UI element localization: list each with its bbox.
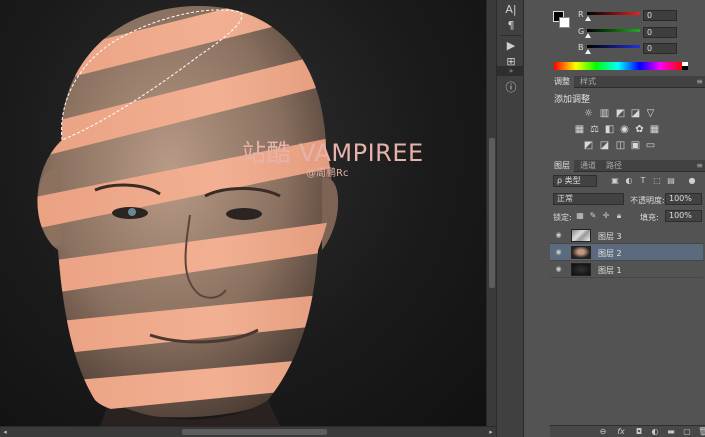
lock-move-icon[interactable]: ✛ [601,211,611,221]
hue-saturation-icon[interactable]: ▦ [574,124,585,135]
gradient-map-icon[interactable]: ▭ [645,140,656,151]
lock-label: 锁定: [553,213,572,222]
paragraph-icon[interactable]: ¶ [502,18,520,34]
adjustment-layer-icon[interactable]: ◐ [650,427,660,437]
fill-label: 填充: [640,213,659,222]
channel-r-value[interactable]: 0 [643,10,677,21]
channel-g-value[interactable]: 0 [643,27,677,38]
threshold-icon[interactable]: ◫ [615,140,626,151]
eye-icon[interactable]: ◉ [554,265,563,273]
channel-mixer-icon[interactable]: ✿ [634,124,645,135]
filter-type-icon[interactable]: T [638,176,648,186]
blend-mode-select[interactable]: 正常 [553,193,624,205]
color-balance-icon[interactable]: ⚖ [589,124,600,135]
tab-adjustments[interactable]: 调整 [550,76,574,88]
filter-adjustment-icon[interactable]: ◐ [624,176,634,186]
vertical-scrollbar[interactable] [486,0,496,426]
mask-icon[interactable]: ◘ [634,427,644,437]
color-lookup-icon[interactable]: ▦ [649,124,660,135]
eye-icon[interactable]: ◉ [554,231,563,239]
tab-paths[interactable]: 路径 [602,160,626,172]
artwork [37,5,339,426]
right-panels: R 0 G 0 B 0 调整 样式 ≡ 添加调整 ☼ ▥ ◩ ◪ ▽ ▦ ⚖ ◧… [524,0,705,437]
channel-g-label: G [578,27,585,36]
channel-g-knob-icon[interactable] [585,33,591,38]
tab-channels[interactable]: 通道 [576,160,600,172]
layer-thumbnail [571,229,591,242]
background-color-swatch[interactable] [559,17,570,28]
filter-pixel-icon[interactable]: ▣ [610,176,620,186]
document-canvas[interactable]: 站酷 VAMPIREE @周鹏Rc [0,0,486,426]
layer-name: 图层 1 [598,266,622,275]
layer-row[interactable]: ◉ 图层 1 [550,261,703,278]
new-layer-icon[interactable]: ▢ [682,427,692,437]
channel-r-knob-icon[interactable] [585,16,591,21]
info-icon[interactable]: ⓘ [502,80,520,96]
layer-thumbnail [571,246,591,259]
filter-smart-object-icon[interactable]: ▤ [666,176,676,186]
color-spectrum[interactable] [554,62,682,70]
lock-transparent-icon[interactable]: ▦ [575,211,585,221]
fill-field[interactable]: 100% [665,210,702,222]
channel-g-slider[interactable] [587,29,640,32]
opacity-field[interactable]: 100% [665,193,702,205]
panel-dock: A| ¶ ▶ ⊞ » ⓘ [496,0,525,437]
filter-toggle-icon[interactable]: ● [687,176,697,186]
link-icon[interactable]: ⊖ [598,427,608,437]
dock-collapse-icon[interactable]: » [497,66,525,76]
layer-name: 图层 2 [598,249,622,258]
channel-b-slider[interactable] [587,45,640,48]
tab-layers[interactable]: 图层 [550,160,574,172]
photo-filter-icon[interactable]: ◉ [619,124,630,135]
watermark-title: 站酷 VAMPIREE [242,139,424,167]
layer-thumbnail [571,263,591,276]
trash-icon[interactable]: 🗑︎ [698,427,705,437]
curves-icon[interactable]: ◩ [615,108,626,119]
layers-tabbar: 图层 通道 路径 ≡ [550,160,705,172]
panel-menu-icon[interactable]: ≡ [696,160,703,172]
channel-b-label: B [578,43,584,52]
vibrance-icon[interactable]: ▽ [645,108,656,119]
panel-menu-icon[interactable]: ≡ [696,76,703,88]
scroll-left-icon[interactable]: ◂ [0,427,10,437]
lock-all-icon[interactable]: 🔒︎ [614,211,624,221]
tab-styles[interactable]: 样式 [576,76,600,88]
scroll-right-icon[interactable]: ▸ [486,427,496,437]
layers-footer: ⊖ fx ◘ ◐ ▬ ▢ 🗑︎ [550,425,705,437]
horizontal-scrollbar[interactable]: ◂ ▸ [0,426,496,437]
play-icon[interactable]: ▶ [502,38,520,54]
layer-name: 图层 3 [598,232,622,241]
adjustments-tabbar: 调整 样式 ≡ [550,76,705,88]
lock-paint-icon[interactable]: ✎ [588,211,598,221]
opacity-label: 不透明度: [630,196,665,205]
eye-icon[interactable]: ◉ [554,248,563,256]
brightness-icon[interactable]: ☼ [583,108,594,119]
selective-color-icon[interactable]: ▣ [630,140,641,151]
layer-row[interactable]: ◉ 图层 3 [550,227,703,244]
group-icon[interactable]: ▬ [666,427,676,437]
watermark-author: @周鹏Rc [306,168,349,179]
channel-b-knob-icon[interactable] [585,49,591,54]
black-white-swatch[interactable] [682,62,688,70]
vertical-scroll-thumb[interactable] [489,138,495,288]
add-adjustment-title: 添加调整 [554,95,591,105]
character-icon[interactable]: A| [502,2,520,18]
layer-filter-select[interactable]: ρ 类型 [553,175,597,187]
horizontal-scroll-thumb[interactable] [182,429,327,435]
exposure-icon[interactable]: ◪ [630,108,641,119]
layer-row[interactable]: ◉ 图层 2 [550,244,703,261]
channel-b-value[interactable]: 0 [643,43,677,54]
levels-icon[interactable]: ▥ [599,108,610,119]
invert-icon[interactable]: ◩ [583,140,594,151]
posterize-icon[interactable]: ◪ [599,140,610,151]
fx-icon[interactable]: fx [616,427,626,437]
filter-shape-icon[interactable]: ⬚ [652,176,662,186]
black-white-icon[interactable]: ◧ [604,124,615,135]
channel-r-label: R [578,10,584,19]
channel-r-slider[interactable] [587,12,640,15]
